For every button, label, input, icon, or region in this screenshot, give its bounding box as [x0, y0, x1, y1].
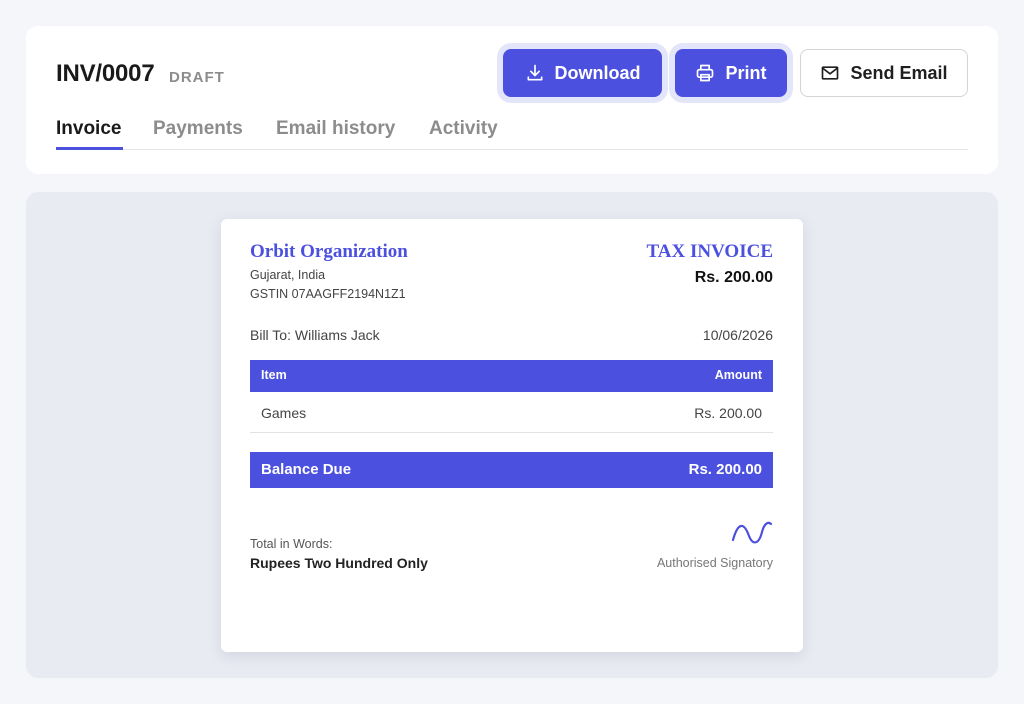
column-header-item: Item: [261, 368, 287, 382]
tab-invoice[interactable]: Invoice: [56, 118, 121, 140]
balance-due-bar: Balance Due Rs. 200.00: [250, 452, 773, 488]
send-email-button[interactable]: Send Email: [800, 49, 968, 97]
bill-to: Bill To: Williams Jack: [250, 327, 380, 343]
printer-icon: [697, 64, 714, 82]
invoice-number: INV/0007: [56, 60, 155, 87]
print-button-label: Print: [725, 62, 767, 83]
signature-mark: [731, 521, 773, 544]
download-icon: [527, 64, 542, 81]
items-table-header: Item Amount: [250, 360, 773, 392]
invoice-document: Orbit Organization Gujarat, India GSTIN …: [221, 219, 803, 652]
download-button[interactable]: Download: [503, 49, 662, 97]
invoice-date: 10/06/2026: [702, 327, 773, 343]
tab-bar: Invoice Payments Email history Activity: [56, 114, 968, 150]
column-header-amount: Amount: [714, 368, 762, 382]
status-badge: DRAFT: [169, 69, 225, 86]
total-in-words-value: Rupees Two Hundred Only: [250, 555, 428, 571]
balance-due-value: Rs. 200.00: [688, 461, 762, 478]
item-amount: Rs. 200.00: [694, 405, 762, 421]
mail-icon: [822, 66, 839, 80]
document-type: TAX INVOICE: [646, 241, 773, 262]
print-button[interactable]: Print: [675, 49, 787, 97]
tab-email-history[interactable]: Email history: [276, 118, 395, 140]
organization-address: Gujarat, India: [250, 268, 326, 282]
active-tab-indicator: [56, 147, 123, 150]
tab-activity[interactable]: Activity: [429, 118, 498, 140]
organization-gstin: GSTIN 07AAGFF2194N1Z1: [250, 287, 406, 301]
invoice-header-card: INV/0007 DRAFT Download Print Send Email…: [26, 26, 998, 174]
send-email-button-label: Send Email: [850, 62, 948, 83]
authorised-signatory-label: Authorised Signatory: [656, 556, 773, 570]
invoice-total: Rs. 200.00: [694, 269, 773, 286]
item-name: Games: [261, 405, 307, 421]
balance-due-label: Balance Due: [261, 461, 352, 478]
tab-payments[interactable]: Payments: [153, 118, 243, 140]
organization-name: Orbit Organization: [250, 241, 408, 262]
total-in-words-label: Total in Words:: [250, 537, 333, 551]
download-button-label: Download: [554, 62, 641, 83]
table-row: Games Rs. 200.00: [250, 393, 773, 433]
